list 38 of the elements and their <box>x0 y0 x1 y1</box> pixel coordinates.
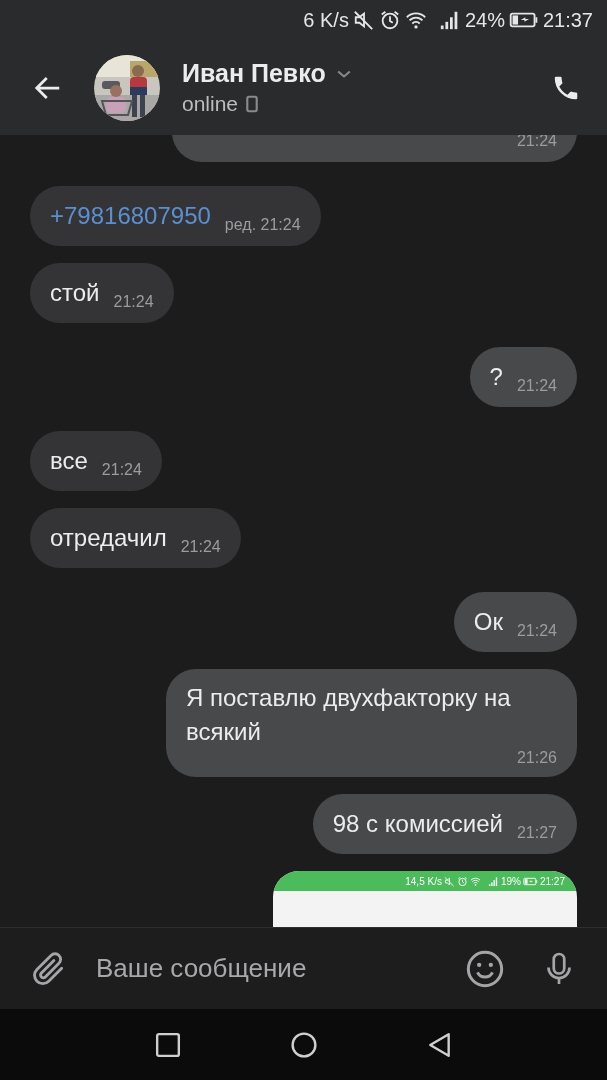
mute-icon <box>443 875 455 887</box>
phone-link[interactable]: +79816807950 <box>50 186 211 246</box>
signal-icon <box>487 875 499 887</box>
message-time: 21:24 <box>113 293 154 312</box>
emoji-icon[interactable] <box>465 948 505 989</box>
phone-device-icon <box>246 95 259 113</box>
message-time: 21:24 <box>180 538 221 557</box>
mute-icon <box>352 9 375 31</box>
battery-icon <box>522 875 538 887</box>
network-speed: 14,5 K/s <box>405 875 442 887</box>
message-text: 98 с комиссией <box>332 809 503 839</box>
back-icon[interactable] <box>426 1031 453 1058</box>
online-status: online <box>182 92 239 116</box>
message-text: все <box>50 446 88 476</box>
message-time: 21:27 <box>516 824 557 843</box>
attached-screenshot[interactable]: 14,5 K/s 19% 21:27 <box>273 871 577 927</box>
message-time: 21:24 <box>516 622 557 641</box>
message-text: Я поставлю двухфакторку на всякий <box>186 683 512 747</box>
message-field[interactable]: Ваше сообщение <box>96 943 465 994</box>
wifi-icon <box>469 875 481 887</box>
recents-icon[interactable] <box>154 1031 181 1058</box>
message-time: 21:24 <box>516 377 557 396</box>
network-speed: 6 K/s <box>303 8 349 32</box>
alarm-icon <box>456 875 468 887</box>
battery-percent: 19% <box>500 875 521 887</box>
message-text: отредачил <box>50 523 167 553</box>
battery-percent: 24% <box>464 8 505 32</box>
message-text: стой <box>50 278 100 308</box>
message-text: Ок <box>473 607 503 637</box>
clock: 21:27 <box>539 875 565 887</box>
message-time: 21:26 <box>516 749 557 767</box>
message-time: 21:24 <box>101 461 142 480</box>
message-text: ? <box>489 362 503 392</box>
clock: 21:37 <box>542 8 593 32</box>
contact-name[interactable]: Иван Певко <box>182 59 326 88</box>
message-time: ред. 21:24 <box>224 216 301 235</box>
message-time: 21:24 <box>516 135 557 151</box>
home-icon[interactable] <box>290 1031 317 1058</box>
